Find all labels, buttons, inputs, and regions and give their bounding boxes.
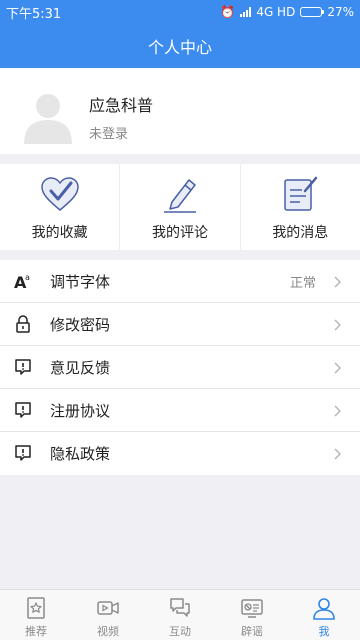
menu-registration-agreement[interactable]: 注册协议	[0, 389, 360, 432]
tab-label: 我	[318, 625, 330, 638]
menu-label: 修改密码	[50, 315, 111, 334]
tab-label: 推荐	[25, 625, 47, 638]
menu-label: 隐私政策	[50, 445, 111, 463]
alarm-icon: ⏰	[220, 5, 236, 19]
tab-video[interactable]: 视频	[72, 590, 144, 640]
profile-name: 应急科普	[89, 96, 154, 115]
chevron-right-icon	[334, 276, 341, 288]
lock-icon	[16, 315, 30, 333]
network-label: 4G HD	[256, 5, 296, 19]
feedback-icon	[15, 445, 31, 461]
feedback-icon	[15, 402, 31, 418]
pencil-icon	[163, 179, 196, 213]
font-size-value: 正常	[289, 275, 316, 291]
page-title: 个人中心	[147, 38, 212, 57]
quick-label: 我的收藏	[31, 225, 88, 241]
menu-font-size[interactable]: A a 调节字体 正常	[0, 260, 360, 303]
svg-text:a: a	[25, 273, 30, 282]
tab-rumor[interactable]: 辟谣	[216, 590, 288, 640]
font-size-icon: A a	[14, 273, 30, 290]
quick-label: 我的评论	[151, 225, 208, 241]
heart-check-icon	[40, 177, 79, 211]
star-doc-icon	[27, 597, 45, 619]
chevron-right-icon	[334, 362, 341, 374]
my-messages-button[interactable]: 我的消息	[241, 164, 360, 250]
menu-privacy-policy[interactable]: 隐私政策	[0, 432, 360, 475]
tab-label: 视频	[97, 625, 119, 638]
page-header: 个人中心	[0, 24, 360, 68]
chat-icon	[170, 598, 190, 617]
tab-interact[interactable]: 互动	[144, 590, 216, 640]
chevron-right-icon	[334, 405, 341, 417]
menu-change-password[interactable]: 修改密码	[0, 303, 360, 346]
login-status: 未登录	[89, 127, 129, 142]
signal-icon	[240, 7, 252, 17]
settings-menu: A a 调节字体 正常 修改密码 意见反馈 注册协议 隐私政策	[0, 260, 360, 475]
video-icon	[97, 601, 119, 615]
user-icon	[313, 598, 335, 620]
avatar[interactable]	[22, 88, 74, 144]
battery-label: 27%	[327, 5, 354, 19]
feedback-icon	[15, 359, 31, 375]
tab-me[interactable]: 我	[288, 590, 360, 640]
status-bar: 下午5:31 ⏰ 4G HD 27%	[0, 0, 360, 24]
chevron-right-icon	[334, 319, 341, 331]
rumor-icon	[241, 599, 263, 618]
menu-label: 注册协议	[50, 401, 111, 420]
tab-label: 互动	[169, 625, 191, 638]
my-comments-button[interactable]: 我的评论	[120, 164, 241, 250]
bottom-tab-bar: 推荐 视频 互动 辟谣 我	[0, 589, 360, 640]
quick-label: 我的消息	[272, 225, 329, 241]
menu-feedback[interactable]: 意见反馈	[0, 346, 360, 389]
tab-label: 辟谣	[241, 625, 263, 638]
status-time: 下午5:31	[6, 6, 62, 22]
my-favorites-button[interactable]: 我的收藏	[0, 164, 121, 250]
quick-actions: 我的收藏 我的评论 我的消息	[0, 164, 360, 250]
menu-label: 调节字体	[50, 272, 111, 291]
menu-label: 意见反馈	[50, 358, 111, 377]
tab-recommend[interactable]: 推荐	[0, 590, 72, 640]
message-edit-icon	[284, 176, 318, 211]
chevron-right-icon	[334, 448, 341, 460]
battery-icon	[300, 7, 325, 17]
profile-card[interactable]: 应急科普 未登录	[0, 68, 360, 154]
